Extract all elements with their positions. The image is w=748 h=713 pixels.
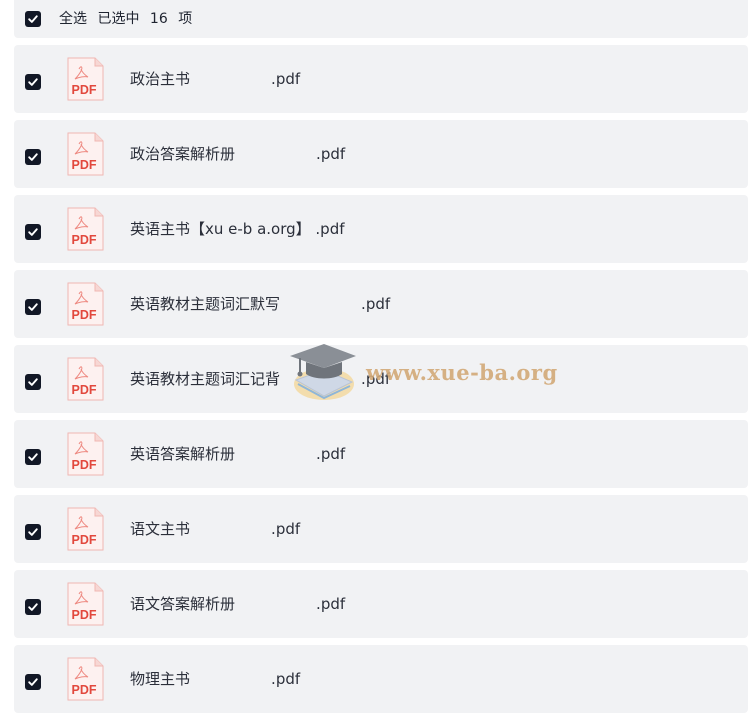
file-name: 英语教材主题词汇记背 .pdf <box>130 370 391 388</box>
checkmark-icon <box>28 378 38 386</box>
file-row[interactable]: PDF 英语主书【xu e-b a.org】 .pdf <box>14 195 748 263</box>
checkmark-icon <box>28 303 38 311</box>
selected-count: 16 <box>149 11 168 27</box>
svg-text:PDF: PDF <box>72 683 97 697</box>
file-name: 政治主书 .pdf <box>130 70 301 88</box>
file-row[interactable]: PDF 英语教材主题词汇默写 .pdf <box>14 270 748 338</box>
unit-label: 项 <box>178 11 193 27</box>
pdf-file-icon: PDF <box>67 657 104 701</box>
file-checkbox[interactable] <box>25 74 41 90</box>
checkmark-icon <box>28 528 38 536</box>
pdf-file-icon: PDF <box>67 282 104 326</box>
checkmark-icon <box>28 15 38 23</box>
file-name: 政治答案解析册 .pdf <box>130 145 346 163</box>
pdf-file-icon: PDF <box>67 132 104 176</box>
svg-text:PDF: PDF <box>72 308 97 322</box>
pdf-file-icon: PDF <box>67 432 104 476</box>
file-name: 英语答案解析册 .pdf <box>130 445 346 463</box>
file-checkbox[interactable] <box>25 374 41 390</box>
file-name: 英语主书【xu e-b a.org】 .pdf <box>130 220 345 238</box>
file-row[interactable]: PDF 物理主书 .pdf <box>14 645 748 713</box>
svg-text:PDF: PDF <box>72 158 97 172</box>
pdf-file-icon: PDF <box>67 207 104 251</box>
checkmark-icon <box>28 678 38 686</box>
file-row[interactable]: PDF 英语答案解析册 .pdf <box>14 420 748 488</box>
pdf-file-icon: PDF <box>67 582 104 626</box>
file-checkbox[interactable] <box>25 449 41 465</box>
selected-label: 已选中 <box>97 11 140 27</box>
file-checkbox[interactable] <box>25 224 41 240</box>
svg-text:PDF: PDF <box>72 458 97 472</box>
file-row[interactable]: PDF 语文答案解析册 .pdf <box>14 570 748 638</box>
file-checkbox[interactable] <box>25 674 41 690</box>
file-checkbox[interactable] <box>25 149 41 165</box>
file-name: 物理主书 .pdf <box>130 670 301 688</box>
checkmark-icon <box>28 603 38 611</box>
svg-text:PDF: PDF <box>72 83 97 97</box>
file-checkbox[interactable] <box>25 524 41 540</box>
file-row[interactable]: PDF 英语教材主题词汇记背 .pdf <box>14 345 748 413</box>
svg-text:PDF: PDF <box>72 383 97 397</box>
file-checkbox[interactable] <box>25 599 41 615</box>
selection-summary: 全选 已选中 16 项 <box>59 0 198 38</box>
checkmark-icon <box>28 153 38 161</box>
svg-text:PDF: PDF <box>72 533 97 547</box>
file-name: 英语教材主题词汇默写 .pdf <box>130 295 391 313</box>
file-name: 语文主书 .pdf <box>130 520 301 538</box>
select-all-label[interactable]: 全选 <box>59 11 87 27</box>
svg-text:PDF: PDF <box>72 608 97 622</box>
select-all-checkbox[interactable] <box>25 11 41 27</box>
file-row[interactable]: PDF 政治答案解析册 .pdf <box>14 120 748 188</box>
checkmark-icon <box>28 453 38 461</box>
selection-header: 全选 已选中 16 项 <box>14 0 748 38</box>
pdf-file-icon: PDF <box>67 507 104 551</box>
file-name: 语文答案解析册 .pdf <box>130 595 346 613</box>
file-row[interactable]: PDF 语文主书 .pdf <box>14 495 748 563</box>
checkmark-icon <box>28 78 38 86</box>
file-checkbox[interactable] <box>25 299 41 315</box>
pdf-file-icon: PDF <box>67 357 104 401</box>
pdf-file-icon: PDF <box>67 57 104 101</box>
file-row[interactable]: PDF 政治主书 .pdf <box>14 45 748 113</box>
checkmark-icon <box>28 228 38 236</box>
svg-text:PDF: PDF <box>72 233 97 247</box>
